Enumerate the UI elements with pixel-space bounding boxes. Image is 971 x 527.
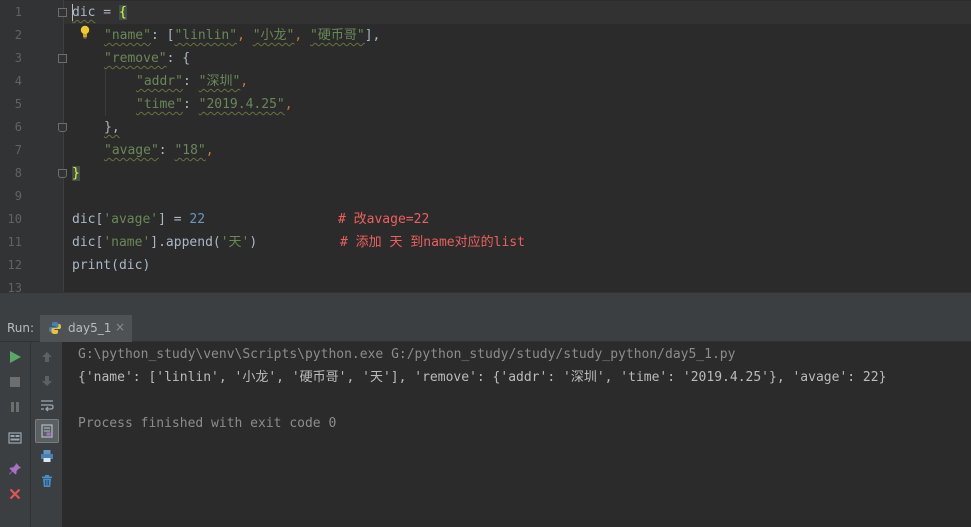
indent-guide <box>105 70 106 116</box>
soft-wrap-button[interactable] <box>37 395 57 415</box>
line-number: 6 <box>14 120 22 134</box>
fold-marker[interactable] <box>58 8 67 17</box>
close-icon <box>9 488 21 500</box>
line-number: 8 <box>14 166 22 180</box>
code-line-7: "avage": "18", <box>104 143 214 158</box>
console-output[interactable]: G:\python_study\venv\Scripts\python.exe … <box>64 342 971 527</box>
print-icon <box>41 450 53 462</box>
up-button[interactable] <box>37 347 57 367</box>
run-tab-label: day5_1 <box>68 321 112 335</box>
code-line-8: } <box>72 166 80 181</box>
panel-divider[interactable] <box>0 292 971 315</box>
console-process-status: Process finished with exit code 0 <box>78 416 337 431</box>
arrow-down-icon <box>42 376 52 386</box>
code-line-2: "name": ["linlin", "小龙", "硬币哥"], <box>104 28 381 43</box>
line-number: 5 <box>14 97 22 111</box>
line-number: 1 <box>14 5 22 19</box>
line-number: 10 <box>7 212 22 226</box>
code-comment: # 添加 天 到name对应的list <box>340 235 525 250</box>
pause-icon <box>11 402 19 412</box>
line-number: 2 <box>14 28 22 42</box>
console-command: G:\python_study\venv\Scripts\python.exe … <box>78 347 736 362</box>
print-button[interactable] <box>37 446 57 466</box>
code-editor[interactable]: 1 2 3 4 5 6 7 8 9 10 11 12 13 dic = { "n… <box>0 0 971 292</box>
fold-marker[interactable] <box>58 123 67 132</box>
code-line-1: dic = { <box>72 5 127 20</box>
code-line-5: "time": "2019.4.25", <box>136 97 293 112</box>
pause-button[interactable] <box>5 397 25 417</box>
restore-layout-button[interactable] <box>5 428 25 448</box>
code-line-11: dic['name'].append('天') <box>72 235 258 250</box>
layout-icon <box>8 432 22 444</box>
line-number: 4 <box>14 74 22 88</box>
pin-button[interactable] <box>5 459 25 479</box>
code-line-3: "remove": { <box>104 51 191 66</box>
trash-icon <box>42 475 52 487</box>
fold-marker[interactable] <box>58 169 67 178</box>
line-number: 9 <box>14 189 22 203</box>
down-button[interactable] <box>37 371 57 391</box>
play-icon <box>10 351 21 363</box>
python-icon <box>49 322 61 334</box>
pin-icon <box>9 463 21 475</box>
clear-all-button[interactable] <box>37 471 57 491</box>
line-number: 7 <box>14 143 22 157</box>
code-line-12: print(dic) <box>72 258 151 273</box>
code-line-10: dic['avage'] = 22 <box>72 212 206 227</box>
close-icon[interactable]: × <box>115 320 125 334</box>
run-toolbar-primary <box>0 342 31 527</box>
code-comment: # 改avage=22 <box>338 212 430 227</box>
current-line-highlight <box>64 1 971 24</box>
run-panel-header: Run: day5_1 × <box>0 315 971 342</box>
fold-marker[interactable] <box>58 54 67 63</box>
soft-wrap-icon <box>41 400 54 412</box>
stop-icon <box>10 377 20 387</box>
code-line-4: "addr": "深圳", <box>136 74 249 89</box>
line-number: 3 <box>14 51 22 65</box>
line-number-gutter: 1 2 3 4 5 6 7 8 9 10 11 12 13 <box>0 0 67 292</box>
arrow-up-icon <box>42 352 52 362</box>
line-number: 11 <box>7 235 22 249</box>
run-tab-day5-1[interactable]: day5_1 × <box>40 315 132 342</box>
scroll-to-end-icon <box>41 424 53 438</box>
scroll-to-end-button[interactable] <box>35 419 59 443</box>
run-toolbar-secondary <box>31 342 63 527</box>
close-button[interactable] <box>5 484 25 504</box>
line-number: 13 <box>7 281 22 292</box>
stop-button[interactable] <box>5 372 25 392</box>
run-label: Run: <box>7 321 35 335</box>
code-line-6: }, <box>104 120 120 135</box>
lightbulb-icon[interactable] <box>79 25 91 39</box>
console-output-line: {'name': ['linlin', '小龙', '硬币哥', '天'], '… <box>78 370 887 385</box>
rerun-button[interactable] <box>5 347 25 367</box>
line-number: 12 <box>7 258 22 272</box>
